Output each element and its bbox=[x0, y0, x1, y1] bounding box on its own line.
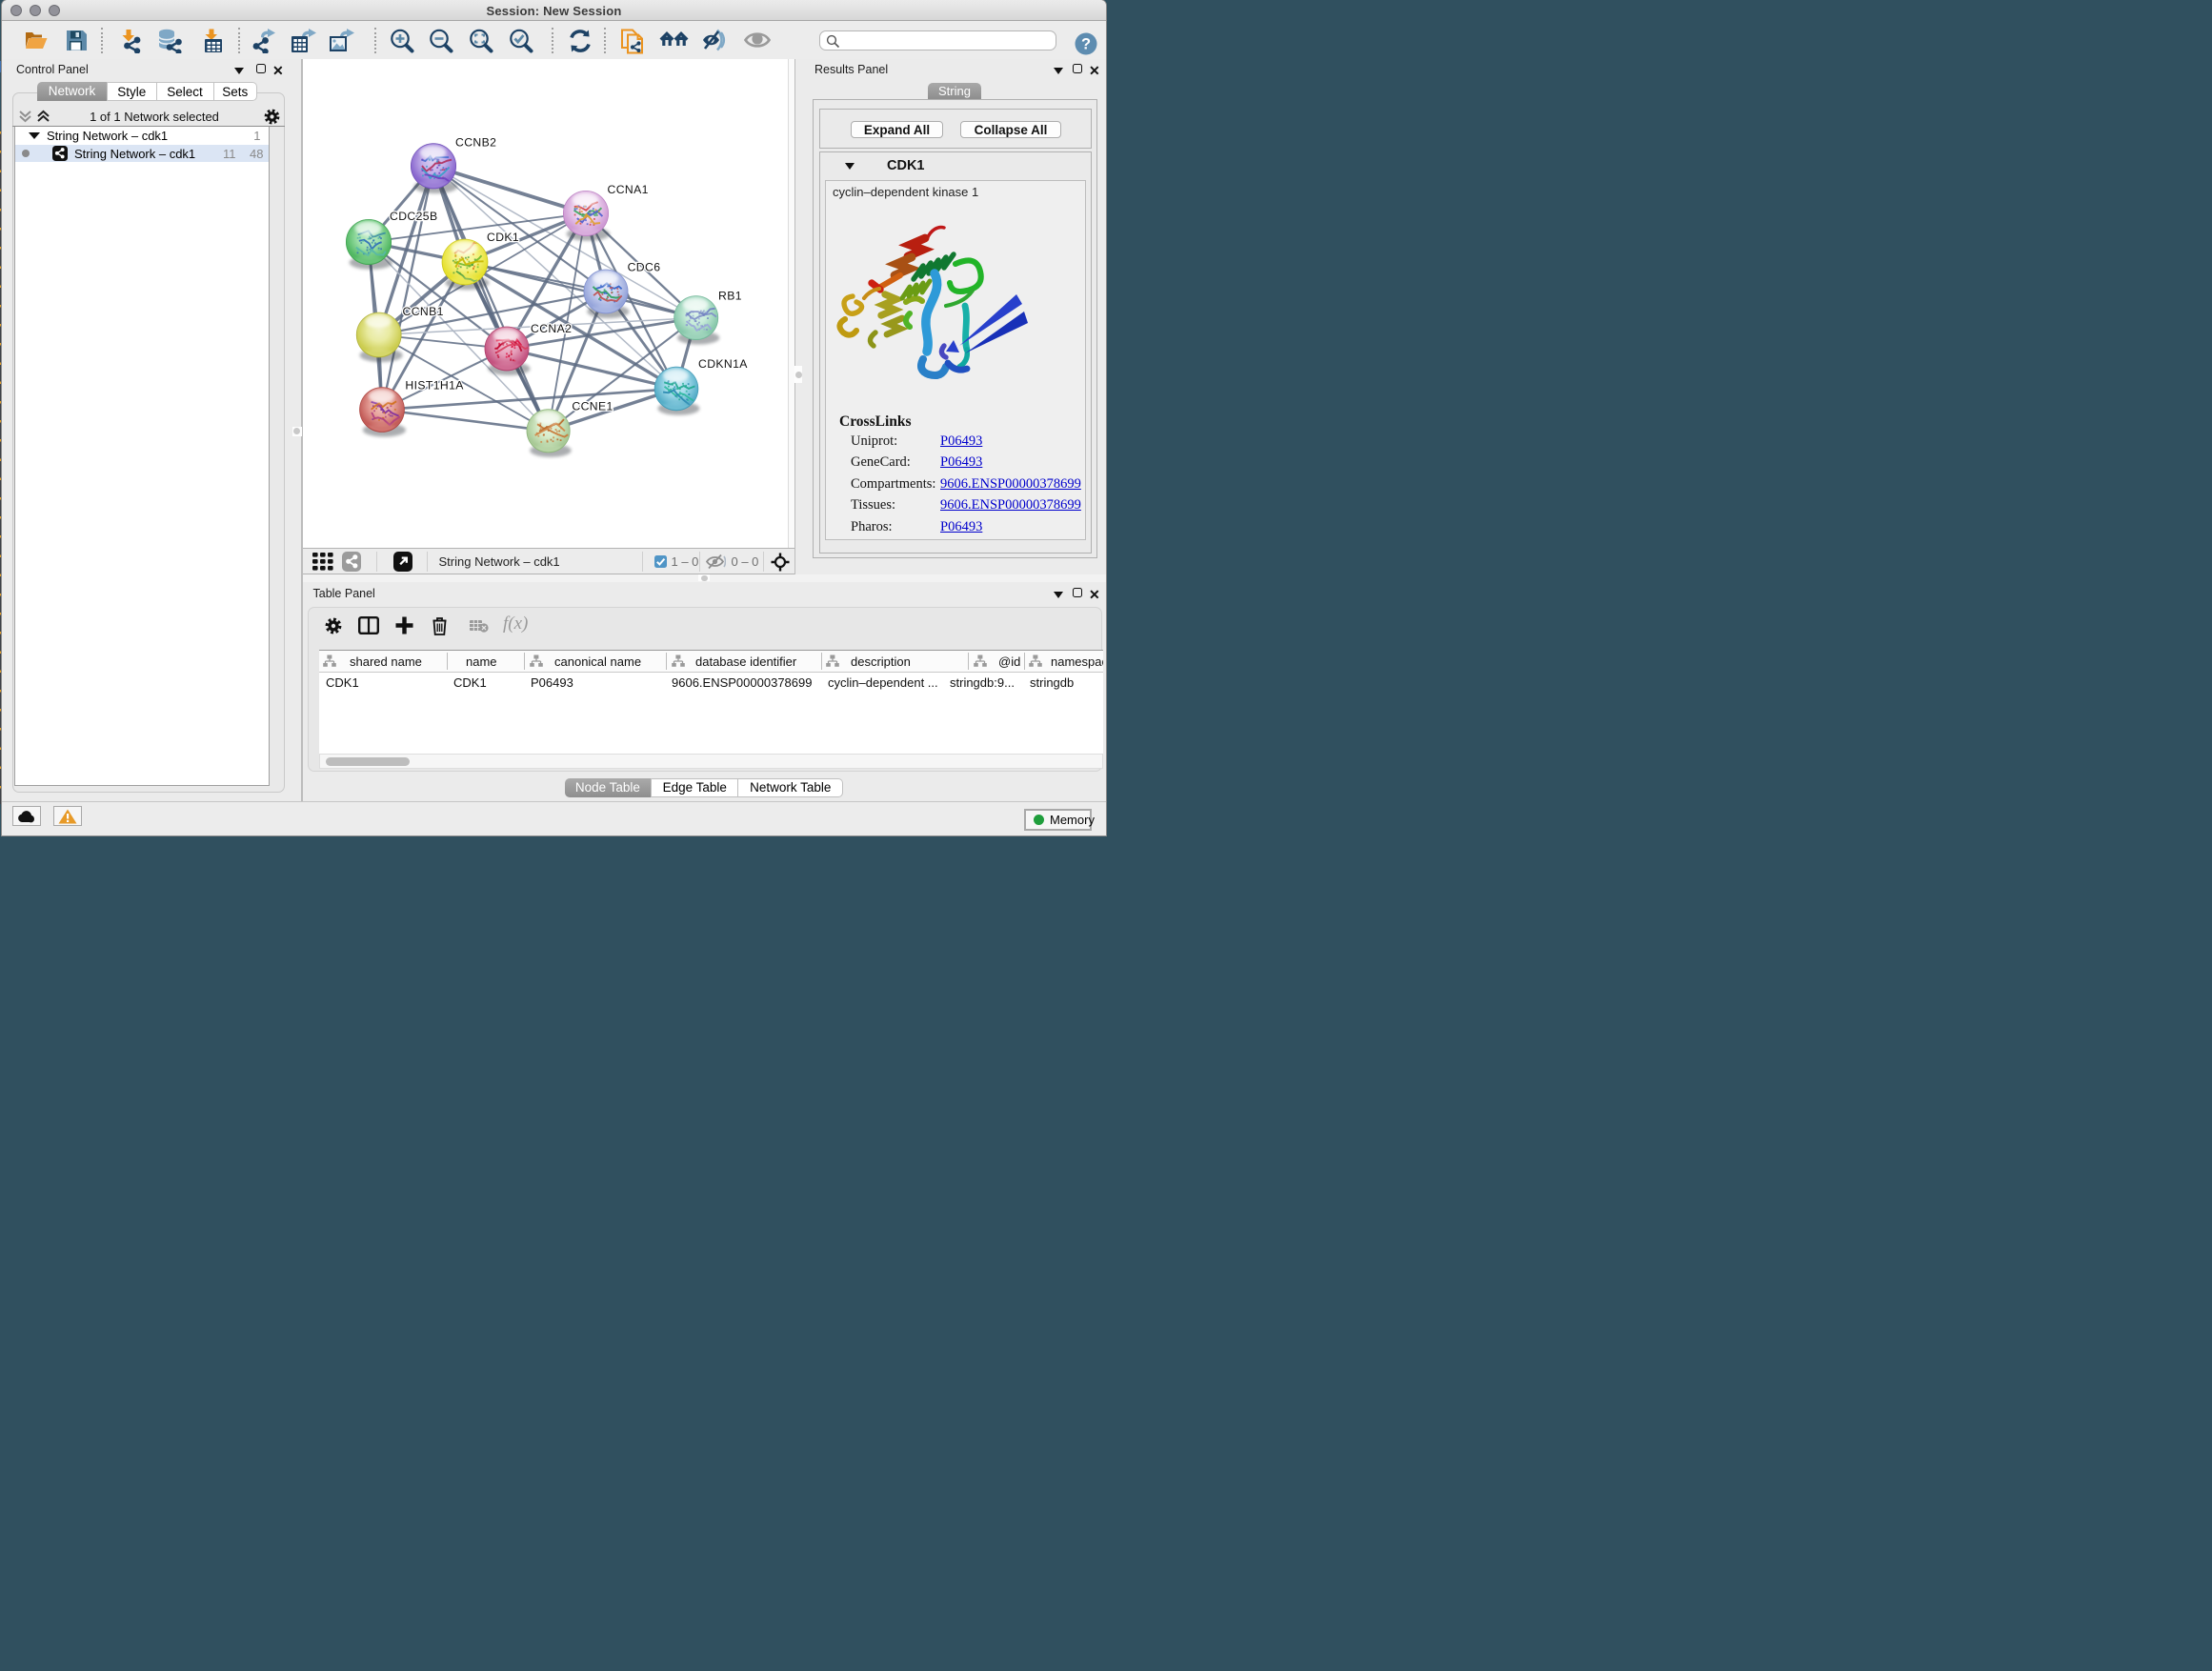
svg-text:CCNA2: CCNA2 bbox=[531, 322, 572, 335]
svg-text:CCNB2: CCNB2 bbox=[455, 136, 496, 150]
svg-text:?: ? bbox=[1081, 36, 1091, 53]
svg-text:HIST1H1A: HIST1H1A bbox=[405, 379, 464, 393]
svg-text:CDK1: CDK1 bbox=[487, 231, 519, 244]
svg-text:CCNA1: CCNA1 bbox=[607, 183, 648, 196]
svg-text:CDKN1A: CDKN1A bbox=[698, 357, 748, 371]
svg-text:RB1: RB1 bbox=[718, 290, 742, 303]
svg-text:CDC6: CDC6 bbox=[627, 261, 660, 274]
svg-text:CDC25B: CDC25B bbox=[390, 210, 438, 223]
svg-text:CCNE1: CCNE1 bbox=[572, 400, 613, 413]
svg-text:CCNB1: CCNB1 bbox=[402, 305, 443, 318]
